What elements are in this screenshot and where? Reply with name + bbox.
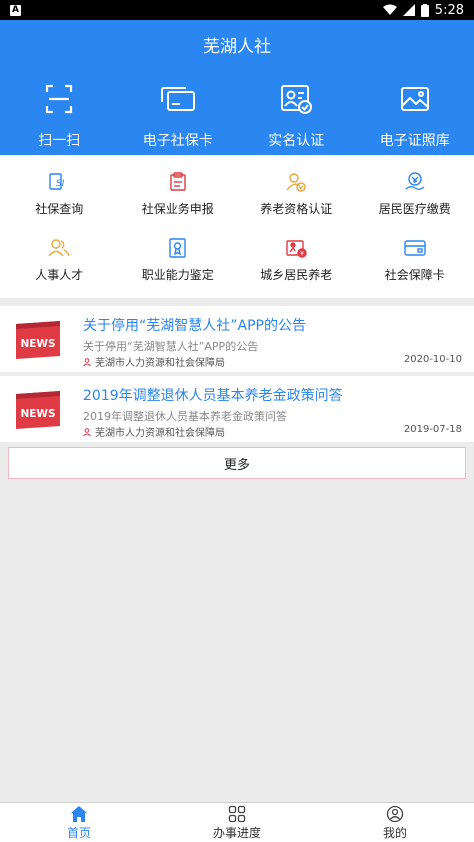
wifi-icon (382, 4, 397, 15)
si-query-icon: SI (49, 173, 65, 190)
service-label: 居民医疗缴费 (378, 202, 451, 216)
svg-text:SI: SI (56, 179, 65, 189)
tab-bar: 首页 办事进度 我的 (0, 802, 474, 842)
business-declare-icon (170, 172, 186, 191)
service-pension-cert[interactable]: 养老资格认证 (237, 170, 356, 236)
service-rural-pension[interactable]: ¥ 城乡居民养老 (237, 236, 356, 302)
news-date: 2020-10-10 (403, 354, 462, 365)
medical-payment-icon (405, 172, 425, 190)
tab-label: 我的 (382, 825, 407, 840)
quick-action-photo-license[interactable]: 电子证照库 (356, 82, 474, 150)
news-item[interactable]: NEWS 关于停用“芜湖智慧人社”APP的公告 关于停用“芜湖智慧人社”APP的… (0, 306, 474, 372)
person-icon (83, 357, 91, 366)
quick-actions: 扫一扫 电子社保卡 实名认证 电子证照库 (0, 82, 474, 150)
news-title[interactable]: 2019年调整退休人员基本养老金政策问答 (83, 385, 343, 405)
tab-home[interactable]: 首页 (0, 803, 158, 842)
svg-text:¥: ¥ (300, 251, 304, 258)
news-title[interactable]: 关于停用“芜湖智慧人社”APP的公告 (83, 315, 306, 335)
home-icon (71, 805, 87, 822)
quick-action-id-verify[interactable]: 实名认证 (237, 82, 356, 150)
tab-mine[interactable]: 我的 (316, 803, 474, 842)
battery-icon (420, 3, 429, 17)
news-summary: 2019年调整退休人员基本养老金政策问答 (83, 410, 287, 423)
social-card-icon (160, 87, 195, 111)
security-card-icon (404, 240, 426, 256)
news-source: 芜湖市人力资源和社会保障局 (83, 354, 225, 369)
quick-action-social-card[interactable]: 电子社保卡 (119, 82, 238, 150)
quick-action-label: 电子社保卡 (142, 133, 213, 149)
quick-action-scan[interactable]: 扫一扫 (0, 82, 119, 150)
quick-action-label: 实名认证 (268, 133, 325, 149)
news-badge-text: NEWS (20, 408, 55, 420)
news-summary: 关于停用“芜湖智慧人社”APP的公告 (83, 340, 259, 353)
signal-icon (402, 4, 415, 16)
grid-icon (228, 805, 246, 822)
photo-license-icon (400, 87, 429, 111)
header: 芜湖人社 扫一扫 电子社保卡 实名认证 电子证照库 (0, 20, 474, 155)
service-personnel[interactable]: 人事人才 (0, 236, 119, 302)
service-label: 人事人才 (35, 268, 84, 282)
personnel-icon (48, 239, 70, 257)
status-bar: A 5:28 (0, 0, 474, 20)
news-badge-icon: NEWS (16, 391, 60, 429)
person-icon (83, 427, 91, 436)
service-label: 社保查询 (35, 202, 84, 216)
service-label: 社会保障卡 (384, 268, 445, 282)
service-label: 职业能力鉴定 (141, 268, 214, 282)
service-vocational[interactable]: 职业能力鉴定 (119, 236, 238, 302)
news-item[interactable]: NEWS 2019年调整退休人员基本养老金政策问答 2019年调整退休人员基本养… (0, 376, 474, 442)
service-si-query[interactable]: SI 社保查询 (0, 170, 119, 236)
vocational-icon (169, 238, 186, 258)
news-date: 2019-07-18 (403, 424, 462, 435)
news-badge-icon: NEWS (16, 321, 60, 359)
service-business-declare[interactable]: 社保业务申报 (119, 170, 238, 236)
news-badge-text: NEWS (20, 338, 55, 350)
quick-action-label: 电子证照库 (379, 133, 450, 149)
more-button[interactable]: 更多 (8, 447, 466, 479)
service-label: 社保业务申报 (141, 202, 214, 216)
notification-icon: A (10, 4, 21, 16)
news-source-label: 芜湖市人力资源和社会保障局 (95, 358, 225, 369)
clock: 5:28 (434, 2, 464, 18)
service-label: 养老资格认证 (260, 202, 333, 216)
services-panel: SI 社保查询 社保业务申报 养老资格认证 居民医疗缴费 人事人才 职业能力鉴定… (0, 155, 474, 298)
scan-icon (46, 84, 73, 114)
tab-label: 办事进度 (212, 825, 261, 840)
tab-label: 首页 (66, 825, 91, 840)
news-source-label: 芜湖市人力资源和社会保障局 (95, 428, 225, 439)
page-title: 芜湖人社 (203, 37, 271, 57)
quick-action-label: 扫一扫 (38, 133, 81, 149)
tab-progress[interactable]: 办事进度 (158, 803, 316, 842)
pension-cert-icon (286, 173, 306, 192)
rural-pension-icon: ¥ (286, 240, 307, 258)
id-verify-icon (281, 85, 313, 114)
service-medical-payment[interactable]: 居民医疗缴费 (356, 170, 474, 236)
user-icon (386, 805, 404, 822)
service-security-card[interactable]: 社会保障卡 (356, 236, 474, 302)
news-source: 芜湖市人力资源和社会保障局 (83, 424, 225, 439)
service-label: 城乡居民养老 (260, 268, 333, 282)
